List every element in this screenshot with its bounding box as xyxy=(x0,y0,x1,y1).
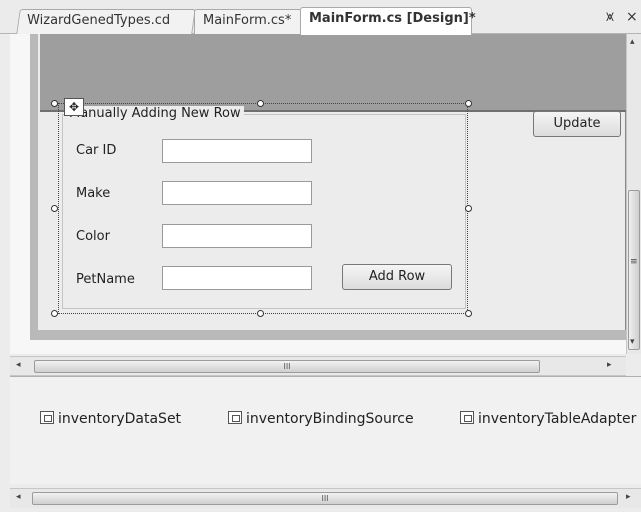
make-input[interactable] xyxy=(162,181,312,205)
tab-label: WizardGenedTypes.cd xyxy=(27,13,171,28)
tableadapter-icon xyxy=(460,411,474,424)
update-button[interactable]: Update xyxy=(533,111,621,137)
move-handle-icon[interactable]: ✥ xyxy=(64,98,84,116)
color-label: Color xyxy=(76,229,110,244)
color-input[interactable] xyxy=(162,224,312,248)
tab-mainform-design[interactable]: MainForm.cs [Design]* xyxy=(300,7,476,35)
data-grid-view[interactable] xyxy=(40,34,626,112)
scroll-left-icon[interactable]: ◂ xyxy=(16,492,21,502)
scroll-up-icon[interactable]: ▴ xyxy=(630,37,635,47)
resize-handle-nw[interactable] xyxy=(51,100,58,107)
tab-wizardgenedtypes[interactable]: WizardGenedTypes.cd xyxy=(16,9,196,34)
petname-label: PetName xyxy=(76,272,135,287)
add-row-button[interactable]: Add Row xyxy=(342,264,452,290)
tab-label: MainForm.cs* xyxy=(203,13,292,28)
tab-label: MainForm.cs [Design]* xyxy=(309,11,476,26)
component-tray: inventoryDataSet inventoryBindingSource … xyxy=(10,376,641,484)
resize-handle-sw[interactable] xyxy=(51,310,58,317)
tab-list-dropdown-icon[interactable]: ⩙ xyxy=(606,9,614,25)
resize-handle-w[interactable] xyxy=(51,205,58,212)
vertical-scroll-thumb[interactable]: ≡ xyxy=(628,190,640,350)
grip-icon: ≡ xyxy=(630,257,638,267)
horizontal-scrollbar[interactable]: ◂ III ▸ xyxy=(10,356,626,376)
component-label: inventoryDataSet xyxy=(58,411,182,427)
horizontal-scroll-thumb[interactable]: III xyxy=(34,360,540,373)
close-tab-icon[interactable]: × xyxy=(626,9,638,25)
bindingsource-icon xyxy=(228,411,242,424)
resize-handle-se[interactable] xyxy=(465,310,472,317)
component-inventory-dataset[interactable]: inventoryDataSet xyxy=(40,411,181,427)
tab-mainform-code[interactable]: MainForm.cs* xyxy=(194,9,302,34)
resize-handle-s[interactable] xyxy=(257,310,264,317)
component-inventory-binding-source[interactable]: inventoryBindingSource xyxy=(228,411,414,427)
car-id-input[interactable] xyxy=(162,139,312,163)
scroll-left-icon[interactable]: ◂ xyxy=(16,360,21,370)
scroll-right-icon[interactable]: ▸ xyxy=(607,360,612,370)
resize-handle-e[interactable] xyxy=(465,205,472,212)
scroll-down-icon[interactable]: ▾ xyxy=(630,337,635,347)
petname-input[interactable] xyxy=(162,266,312,290)
dataset-icon xyxy=(40,411,54,424)
component-label: inventoryBindingSource xyxy=(246,411,414,427)
document-tab-strip: WizardGenedTypes.cd MainForm.cs* MainFor… xyxy=(0,0,641,35)
component-inventory-table-adapter[interactable]: inventoryTableAdapter xyxy=(460,411,636,427)
groupbox-title: Manually Adding New Row xyxy=(66,106,244,121)
resize-handle-ne[interactable] xyxy=(465,100,472,107)
scroll-right-icon[interactable]: ▸ xyxy=(626,492,631,502)
vertical-scrollbar[interactable]: ▴ ≡ ▾ xyxy=(626,34,641,354)
tray-scroll-thumb[interactable]: III xyxy=(32,492,618,505)
tray-horizontal-scrollbar[interactable]: ◂ III ▸ xyxy=(10,488,641,508)
component-label: inventoryTableAdapter xyxy=(478,411,637,427)
car-id-label: Car ID xyxy=(76,143,117,158)
resize-handle-n[interactable] xyxy=(257,100,264,107)
make-label: Make xyxy=(76,186,111,201)
